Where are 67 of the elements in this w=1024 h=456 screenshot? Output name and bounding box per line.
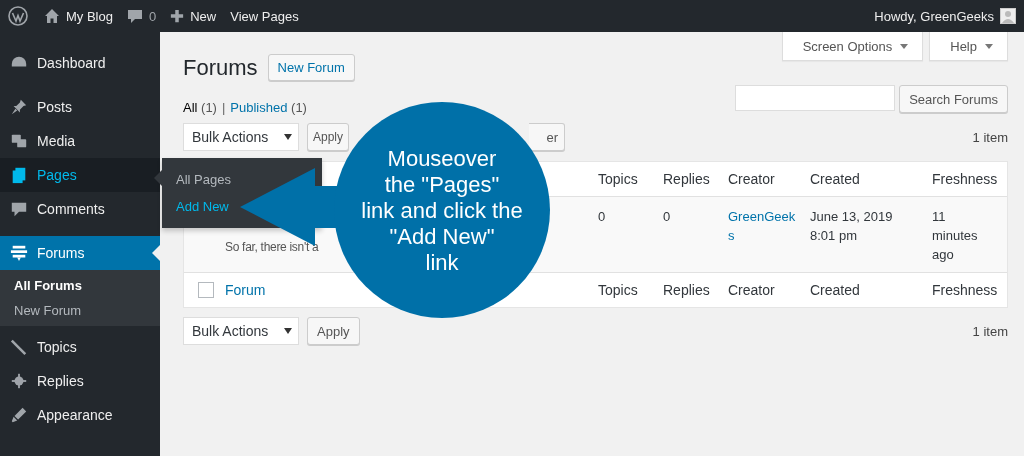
table-cell-text: June 13, 2019 8:01 pm — [810, 208, 894, 245]
forums-icon — [10, 244, 28, 262]
media-icon — [10, 132, 28, 150]
view-filter-link[interactable]: All (1) — [183, 100, 217, 115]
comment-icon — [126, 8, 143, 24]
page-title: Forums — [183, 54, 258, 81]
sidebar-item[interactable]: Appearance — [0, 398, 160, 432]
apply-button[interactable]: Apply — [307, 317, 360, 345]
screen-options-button[interactable]: Screen Options — [781, 32, 924, 61]
bulk-actions-select[interactable]: Bulk Actions — [183, 317, 299, 345]
logo-icon[interactable] — [8, 6, 28, 26]
creator-link[interactable]: GreenGeeks — [728, 207, 798, 245]
column-header[interactable]: Replies — [663, 171, 728, 187]
column-header[interactable]: Freshness — [932, 171, 1006, 187]
sidebar-item[interactable]: Replies — [0, 364, 160, 398]
caret-icon — [900, 43, 909, 49]
flyout-menu-item[interactable]: Add New — [176, 199, 229, 214]
search-field[interactable] — [735, 85, 896, 111]
sidebar-item[interactable]: Forums — [0, 236, 160, 270]
posts-icon — [10, 98, 28, 116]
sidebar-item[interactable]: Comments — [0, 192, 160, 226]
flyout-menu-item[interactable]: All Pages — [176, 172, 231, 187]
column-header[interactable]: Creator — [728, 171, 810, 187]
comments-link[interactable]: 0 — [126, 8, 157, 24]
plus-icon — [170, 9, 185, 23]
column-header[interactable]: Freshness — [932, 282, 1006, 298]
new-link[interactable]: New — [170, 8, 217, 24]
submenu-item[interactable]: New Forum — [0, 303, 160, 318]
appearance-icon — [10, 406, 28, 424]
table-cell-text: 11 minutes ago — [932, 208, 979, 264]
select-all-checkbox[interactable] — [197, 282, 214, 298]
submenu-item[interactable]: All Forums — [0, 278, 160, 293]
sidebar-item[interactable]: Dashboard — [0, 46, 160, 80]
column-header[interactable]: Topics — [598, 282, 663, 298]
forum-description: So far, there isn't a — [224, 239, 319, 256]
sidebar-item[interactable]: Media — [0, 124, 160, 158]
home-link[interactable]: My Blog — [44, 8, 113, 24]
column-header[interactable]: Forum — [217, 282, 266, 298]
view-filter-link[interactable]: Published (1) — [230, 100, 307, 115]
pages-icon — [10, 166, 28, 184]
sidebar-item[interactable]: Posts — [0, 90, 160, 124]
apply-button[interactable]: Apply — [307, 123, 350, 151]
item-count: 1 item — [972, 323, 1008, 339]
column-header[interactable]: Created — [810, 282, 932, 298]
column-header[interactable]: Replies — [663, 282, 728, 298]
caret-icon — [985, 43, 993, 49]
column-header[interactable]: Creator — [728, 282, 810, 298]
account-menu[interactable]: Howdy, GreenGeeks — [874, 8, 994, 24]
table-cell-text: 0 — [663, 208, 672, 226]
bulk-actions-select[interactable]: Bulk Actions — [183, 123, 299, 151]
callout-text: Mouseover the "Pages" link and click the "Add New" link — [361, 146, 523, 276]
table-cell-text: 0 — [598, 208, 607, 226]
current-menu-pointer — [152, 245, 160, 261]
sidebar-item[interactable]: Topics — [0, 330, 160, 364]
separator: | — [221, 100, 226, 115]
help-button[interactable]: Help — [929, 32, 1008, 61]
column-header[interactable]: Topics — [598, 171, 663, 187]
avatar-icon[interactable] — [1000, 8, 1016, 24]
sidebar-item[interactable]: Pages — [0, 158, 160, 192]
column-header[interactable]: Created — [810, 171, 932, 187]
search-button[interactable]: Search Forums — [899, 85, 1008, 113]
comments-icon — [10, 200, 28, 218]
view-pages-link[interactable]: View Pages — [230, 8, 299, 24]
home-icon — [44, 8, 60, 24]
filter-button[interactable]: er — [529, 123, 566, 151]
item-count: 1 item — [972, 129, 1008, 145]
new-forum-button[interactable]: New Forum — [267, 54, 355, 81]
